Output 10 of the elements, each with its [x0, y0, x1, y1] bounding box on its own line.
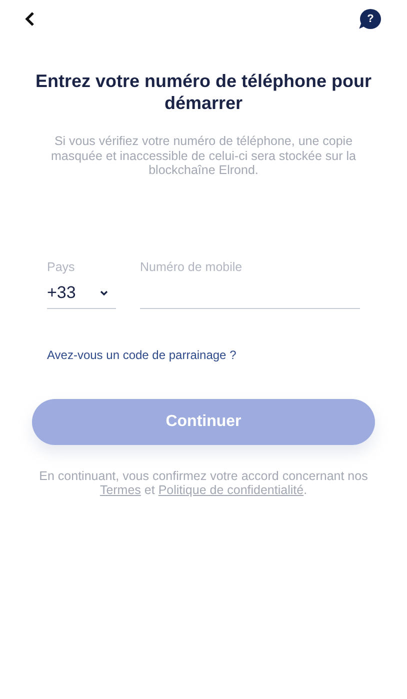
- phone-label: Numéro de mobile: [140, 260, 244, 276]
- chevron-down-icon: [100, 290, 108, 296]
- legal-text: En continuant, vous confirmez votre accord concernant nos Termes et Politique de confidentialité.: [38, 468, 369, 498]
- page-title: Entrez votre numéro de téléphone pour démarrer: [34, 70, 373, 114]
- referral-link[interactable]: Avez-vous un code de parrainage ?: [47, 348, 360, 362]
- back-icon[interactable]: [24, 11, 36, 27]
- description-text: Si vous vérifiez votre numéro de téléphone, une copie masquée et inaccessible de celui-ci sera stockée sur la blockchaîne Elrond.: [50, 134, 357, 178]
- help-button[interactable]: ?: [360, 9, 381, 29]
- country-select[interactable]: +33: [47, 278, 116, 308]
- country-label: Pays: [47, 260, 76, 276]
